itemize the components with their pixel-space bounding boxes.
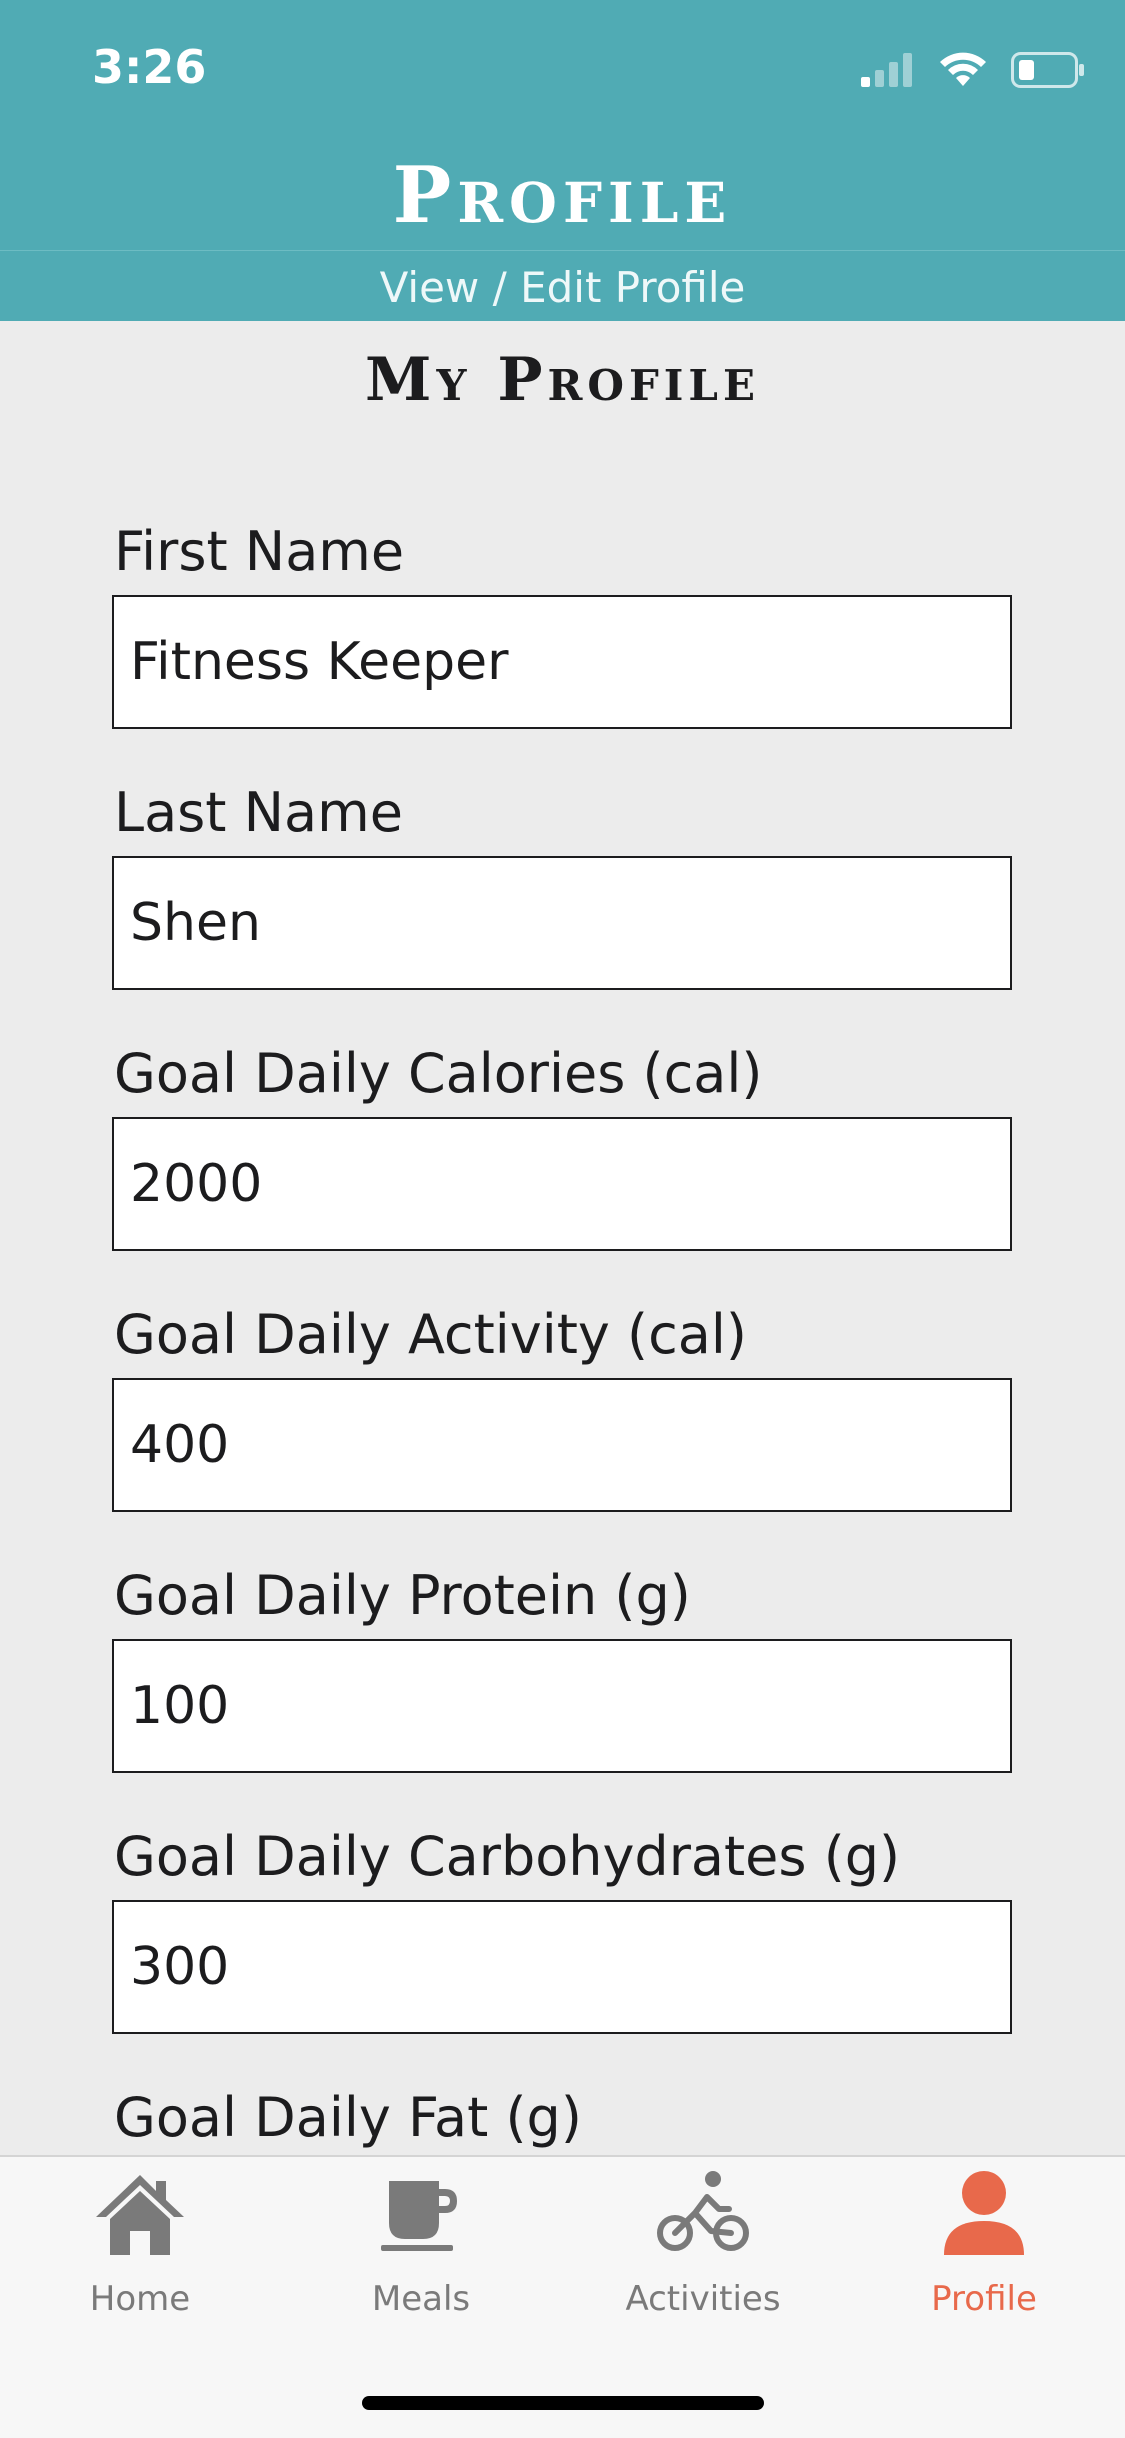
status-bar: 3:26 xyxy=(0,0,1125,140)
activity-input[interactable] xyxy=(114,1380,1010,1510)
protein-label: Goal Daily Protein (g) xyxy=(114,1564,691,1627)
last-name-input[interactable] xyxy=(114,858,1010,988)
first-name-input[interactable] xyxy=(114,597,1010,727)
first-name-label: First Name xyxy=(114,520,405,583)
tab-home-label: Home xyxy=(89,2279,191,2319)
fat-label: Goal Daily Fat (g) xyxy=(114,2086,582,2149)
tab-meals[interactable]: Meals xyxy=(321,2167,521,2347)
bicycle-icon xyxy=(657,2171,749,2251)
page-title: My Profile xyxy=(365,345,760,415)
tab-profile[interactable]: Profile xyxy=(884,2167,1084,2347)
header-subtitle: View / Edit Profile xyxy=(379,263,746,312)
cellular-signal-icon xyxy=(861,53,912,87)
calories-label: Goal Daily Calories (cal) xyxy=(114,1042,763,1105)
calories-field[interactable] xyxy=(112,1117,1012,1251)
carbohydrates-field[interactable] xyxy=(112,1900,1012,2034)
coffee-cup-icon xyxy=(381,2181,457,2251)
home-icon xyxy=(96,2175,184,2255)
battery-icon xyxy=(1011,52,1084,88)
protein-input[interactable] xyxy=(114,1641,1010,1771)
last-name-field[interactable] xyxy=(112,856,1012,990)
tab-profile-label: Profile xyxy=(931,2279,1037,2319)
activity-label: Goal Daily Activity (cal) xyxy=(114,1303,747,1366)
status-icons xyxy=(861,48,1085,92)
tab-activities-label: Activities xyxy=(625,2279,781,2319)
tab-activities[interactable]: Activities xyxy=(603,2167,803,2347)
header: Profile xyxy=(0,140,1125,251)
activity-field[interactable] xyxy=(112,1378,1012,1512)
tab-home[interactable]: Home xyxy=(40,2167,240,2347)
tab-meals-label: Meals xyxy=(371,2279,471,2319)
last-name-label: Last Name xyxy=(114,781,403,844)
protein-field[interactable] xyxy=(112,1639,1012,1773)
person-icon xyxy=(944,2171,1024,2255)
header-title: Profile xyxy=(392,150,733,241)
first-name-field[interactable] xyxy=(112,595,1012,729)
calories-input[interactable] xyxy=(114,1119,1010,1249)
wifi-icon xyxy=(940,52,986,86)
carbohydrates-label: Goal Daily Carbohydrates (g) xyxy=(114,1825,901,1888)
home-indicator[interactable] xyxy=(362,2396,764,2410)
carbohydrates-input[interactable] xyxy=(114,1902,1010,2032)
status-time: 3:26 xyxy=(92,40,207,94)
subheader: View / Edit Profile xyxy=(0,251,1125,321)
